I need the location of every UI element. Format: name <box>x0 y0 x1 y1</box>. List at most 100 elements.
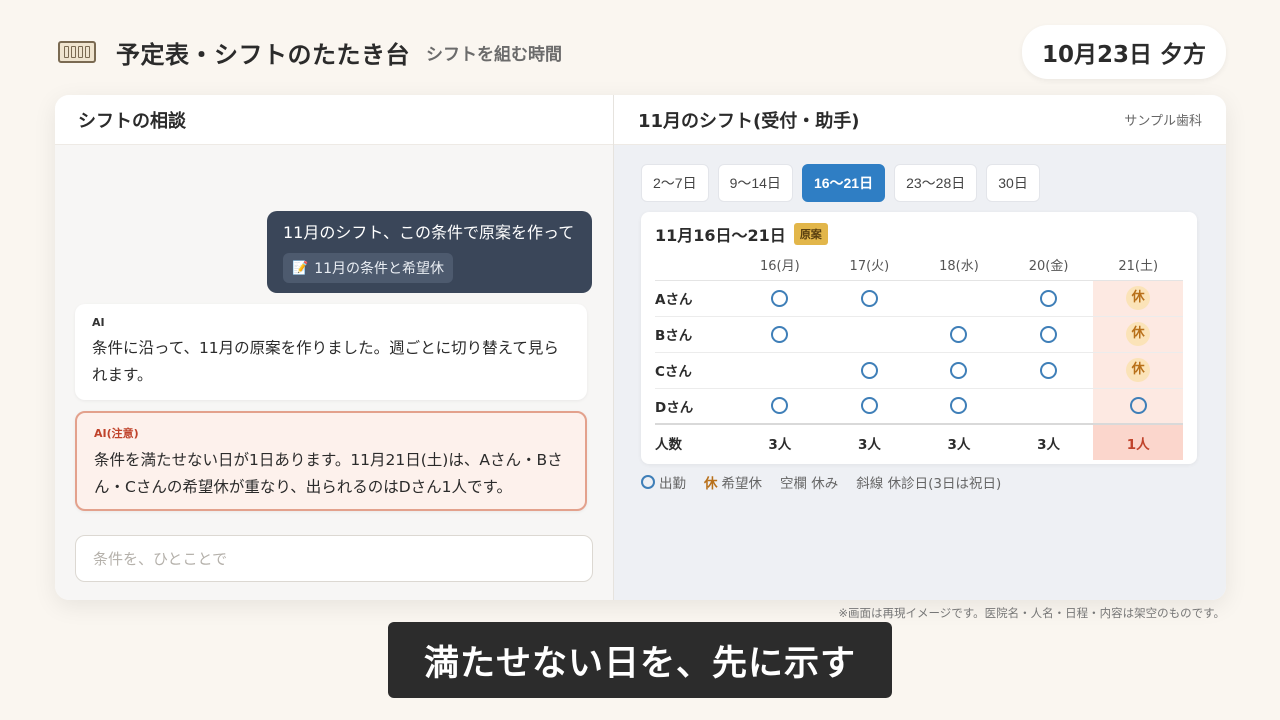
shift-pane: 11月のシフト(受付・助手) サンプル歯科 2〜7日 9〜14日 16〜21日 23〜… <box>614 95 1226 600</box>
main-card: シフトの相談 11月のシフト、この条件で原案を作って 📝 11月の条件と希望休 … <box>55 95 1226 600</box>
date-badge: 10月23日 夕方 <box>1021 25 1226 79</box>
chat-title: シフトの相談 <box>55 95 613 145</box>
page-subtitle: シフトを組む時間 <box>426 44 562 65</box>
circle-icon <box>641 475 655 489</box>
ai-warning-message: AI(注意) 条件を満たせない日が1日あります。11月21日(土)は、Aさん・B… <box>75 411 587 511</box>
calendar-board-icon <box>58 41 96 63</box>
circle-icon <box>1040 325 1058 343</box>
shift-cell[interactable] <box>825 280 915 316</box>
user-message-text: 11月のシフト、この条件で原案を作って <box>283 223 575 242</box>
rest-badge: 休 <box>1126 358 1151 382</box>
user-message: 11月のシフト、この条件で原案を作って 📝 11月の条件と希望休 <box>267 211 592 293</box>
chat-input[interactable] <box>93 549 575 568</box>
attachment-chip[interactable]: 📝 11月の条件と希望休 <box>283 253 454 283</box>
draft-badge: 原案 <box>793 223 828 245</box>
rest-symbol: 休 <box>704 476 718 492</box>
total-cell: 1人 <box>1093 424 1183 460</box>
circle-icon <box>771 397 789 415</box>
legend-rest: 休 希望休 <box>704 472 762 492</box>
legend-blank: 空欄 休み <box>780 476 839 492</box>
shift-cell[interactable] <box>1004 280 1094 316</box>
total-cell: 3人 <box>857 436 881 453</box>
shift-cell[interactable] <box>914 352 1004 388</box>
circle-icon <box>1129 397 1147 415</box>
total-cell: 3人 <box>1037 436 1061 453</box>
app-header: 予定表・シフトのたたき台 シフトを組む時間 10月23日 夕方 <box>58 25 1226 79</box>
totals-row: 人数 3人 3人 3人 3人 1人 <box>655 424 1183 460</box>
week-tab[interactable]: 16〜21日 <box>801 164 886 202</box>
shift-cell[interactable] <box>1004 352 1094 388</box>
shift-cell[interactable]: 休 <box>1093 280 1183 316</box>
week-tabs: 2〜7日 9〜14日 16〜21日 23〜28日 30日 <box>641 164 1040 202</box>
week-tab[interactable]: 2〜7日 <box>641 164 709 202</box>
caption: 満たせない日を、先に示す <box>388 622 892 698</box>
ai-warning-label: AI(注意) <box>94 427 139 440</box>
table-row: Aさん 休 <box>655 280 1183 316</box>
totals-label: 人数 <box>655 436 682 453</box>
shift-range: 11月16日〜21日 <box>655 226 786 245</box>
shift-cell[interactable] <box>735 316 825 352</box>
shift-cell[interactable] <box>825 316 915 352</box>
shift-cell[interactable] <box>914 280 1004 316</box>
ai-message: AI 条件に沿って、11月の原案を作りました。週ごとに切り替えて見られます。 <box>75 304 587 400</box>
page-title: 予定表・シフトのたたき台 <box>116 40 410 69</box>
shift-pane-header: 11月のシフト(受付・助手) サンプル歯科 <box>614 95 1226 145</box>
attachment-label: 11月の条件と希望休 <box>314 261 445 277</box>
week-tab[interactable]: 30日 <box>986 164 1040 202</box>
day-header: 17(火) <box>824 250 915 281</box>
day-header: 18(水) <box>914 250 1004 281</box>
circle-icon <box>860 289 878 307</box>
circle-icon <box>771 325 789 343</box>
shift-table: 16(月) 17(火) 18(水) 20(金) 21(土) Aさん休 Bさん休 Cさん休 Dさ… <box>655 250 1183 460</box>
shift-title: 11月のシフト(受付・助手) <box>638 110 860 132</box>
total-cell: 3人 <box>768 436 792 453</box>
shift-cell[interactable] <box>825 352 915 388</box>
shift-cell[interactable] <box>825 388 915 424</box>
staff-name: Dさん <box>655 399 694 416</box>
chat-pane: シフトの相談 11月のシフト、この条件で原案を作って 📝 11月の条件と希望休 … <box>55 95 614 600</box>
ai-label: AI <box>92 316 105 329</box>
shift-cell[interactable] <box>735 388 825 424</box>
chat-composer <box>75 535 593 582</box>
circle-icon <box>950 325 968 343</box>
ai-message-text: 条件に沿って、11月の原案を作りました。週ごとに切り替えて見られます。 <box>92 339 559 384</box>
circle-icon <box>771 289 789 307</box>
day-header: 20(金) <box>1003 250 1094 281</box>
clinic-name: サンプル歯科 <box>1124 114 1202 129</box>
circle-icon <box>950 361 968 379</box>
table-row: Cさん 休 <box>655 352 1183 388</box>
day-header: 21(土) <box>1093 250 1183 281</box>
shift-table-header: 11月16日〜21日 原案 <box>655 222 1183 246</box>
staff-name: Cさん <box>655 364 692 380</box>
day-header: 16(月) <box>735 250 825 281</box>
shift-cell[interactable] <box>914 316 1004 352</box>
circle-icon <box>860 361 878 379</box>
shift-cell[interactable] <box>735 280 825 316</box>
table-row: Dさん <box>655 388 1183 424</box>
week-tab[interactable]: 23〜28日 <box>894 164 978 202</box>
shift-cell[interactable]: 休 <box>1093 316 1183 352</box>
legend-on: 出勤 <box>641 472 686 492</box>
rest-badge: 休 <box>1126 322 1151 346</box>
legend-rest-label: 希望休 <box>721 476 763 492</box>
circle-icon <box>950 397 968 415</box>
staff-name: Aさん <box>655 292 693 308</box>
table-row: Bさん 休 <box>655 316 1183 352</box>
circle-icon <box>1040 289 1058 307</box>
shift-cell[interactable] <box>735 352 825 388</box>
shift-cell[interactable]: 休 <box>1093 352 1183 388</box>
shift-cell[interactable] <box>914 388 1004 424</box>
circle-icon <box>1040 361 1058 379</box>
shift-cell[interactable] <box>1004 316 1094 352</box>
week-tab[interactable]: 9〜14日 <box>717 164 793 202</box>
legend-on-label: 出勤 <box>659 476 686 492</box>
staff-name: Bさん <box>655 328 693 344</box>
shift-cell[interactable] <box>1093 388 1183 424</box>
shift-cell[interactable] <box>1004 388 1094 424</box>
shift-table-card: 11月16日〜21日 原案 16(月) 17(火) 18(水) 20(金) 21(土) … <box>641 212 1197 464</box>
circle-icon <box>860 397 878 415</box>
total-cell: 3人 <box>947 436 971 453</box>
legend: 出勤 休 希望休 空欄 休み 斜線 休診日(3日は祝日) <box>641 472 1001 492</box>
rest-badge: 休 <box>1126 286 1151 310</box>
legend-hatched: 斜線 休診日(3日は祝日) <box>856 476 1002 492</box>
